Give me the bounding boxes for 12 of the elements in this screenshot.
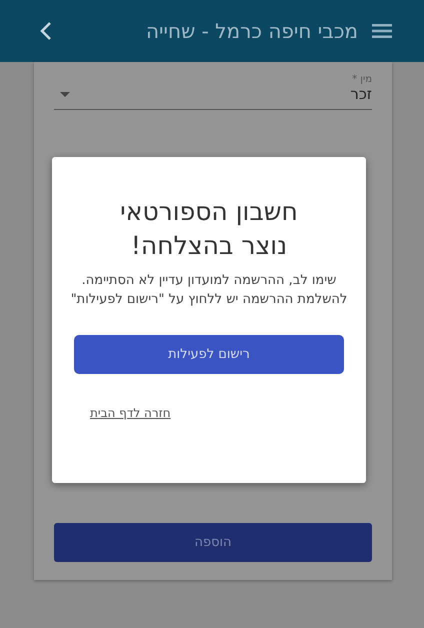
register-activity-button[interactable]: רישום לפעילות	[74, 335, 344, 374]
field-value: זכר	[350, 85, 372, 103]
gender-select[interactable]: מין * זכר	[54, 74, 372, 110]
dialog-title: חשבון הספורטאי נוצר בהצלחה!	[119, 196, 299, 262]
add-button[interactable]: הוספה	[54, 523, 372, 562]
field-label: מין *	[351, 74, 372, 85]
dialog-message: שימו לב, ההרשמה למועדון עדיין לא הסתיימה. להשלמת ההרשמה יש ללחוץ על "רישום לפעילות"	[70, 272, 348, 309]
header-title: מכבי חיפה כרמל - שחייה	[144, 19, 358, 43]
dropdown-caret-icon	[60, 92, 70, 96]
menu-icon[interactable]	[372, 23, 392, 39]
home-link[interactable]: חזרה לדף הבית	[90, 406, 171, 420]
back-chevron-icon[interactable]	[40, 21, 52, 41]
